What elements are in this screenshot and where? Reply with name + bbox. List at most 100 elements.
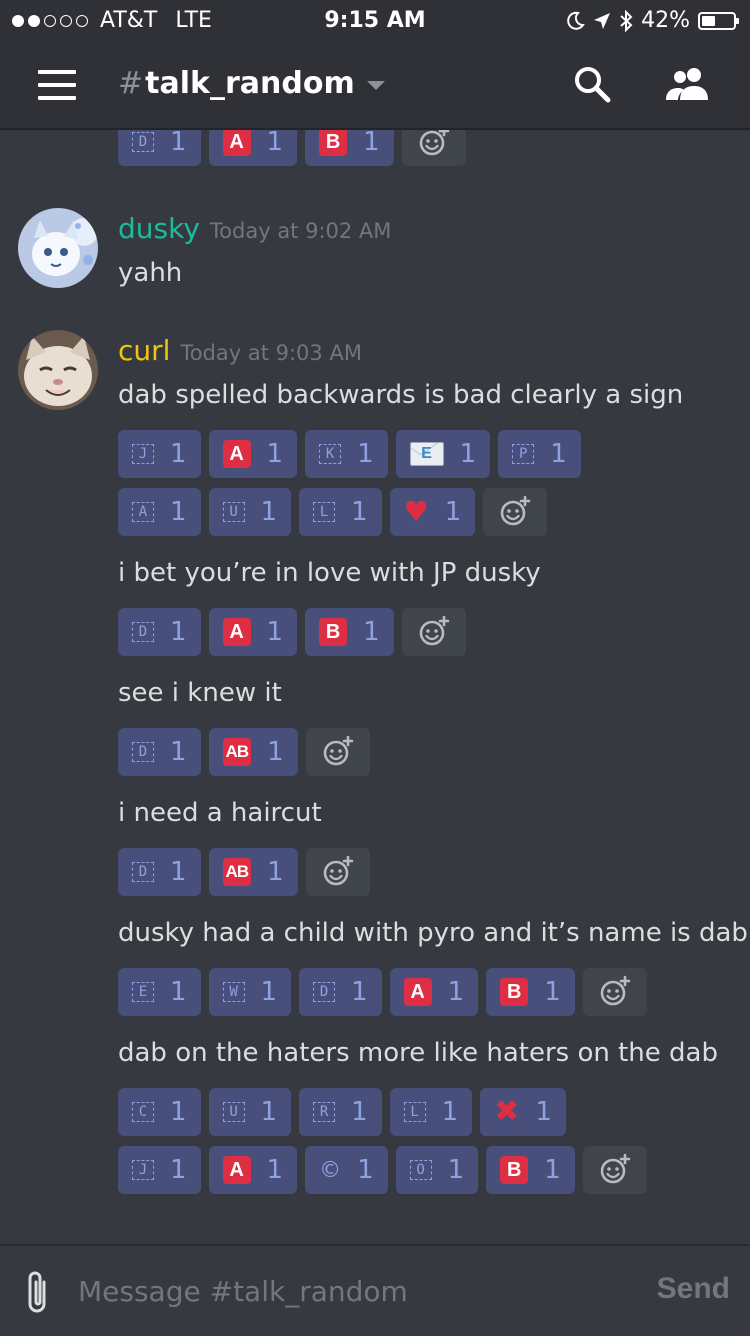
reaction-count: 1 bbox=[260, 1097, 278, 1127]
letter-l-emoji: L bbox=[403, 1102, 426, 1122]
reaction-count: 1 bbox=[441, 1097, 459, 1127]
reaction-pill[interactable]: U1 bbox=[208, 1088, 292, 1136]
copyright-emoji: © bbox=[319, 1157, 342, 1183]
reaction-pill[interactable]: ♥ 1 bbox=[389, 488, 476, 536]
message-input[interactable] bbox=[76, 1270, 640, 1312]
location-arrow-icon bbox=[594, 12, 611, 29]
paperclip-icon[interactable] bbox=[20, 1268, 56, 1316]
reaction-pill[interactable]: C1 bbox=[118, 1088, 201, 1136]
reaction-pill[interactable]: B1 bbox=[305, 130, 394, 166]
letter-d-emoji: D bbox=[132, 132, 154, 152]
add-reaction-icon bbox=[600, 975, 631, 1006]
reaction-pill[interactable]: J1 bbox=[118, 430, 201, 478]
reaction-pill[interactable]: L1 bbox=[299, 488, 382, 536]
avatar-dusky[interactable] bbox=[18, 208, 98, 288]
reaction-count: 1 bbox=[351, 977, 368, 1007]
reaction-count: 1 bbox=[170, 977, 187, 1007]
reaction-pill[interactable]: B1 bbox=[486, 1146, 575, 1194]
add-reaction-button[interactable] bbox=[305, 848, 370, 896]
reaction-pill[interactable]: B1 bbox=[486, 968, 575, 1016]
reaction-pill[interactable]: U1 bbox=[208, 488, 292, 536]
reaction-row: C 1 U 1 R 1 L 1 ✖ 1 bbox=[118, 1088, 566, 1136]
reaction-count: 1 bbox=[170, 1155, 187, 1185]
reaction-row: J 1 A 1 © 1 O 1 B 1 bbox=[118, 1146, 647, 1194]
reaction-pill[interactable]: E1 bbox=[118, 968, 201, 1016]
reaction-row: D 1 AB 1 bbox=[118, 728, 370, 776]
reaction-count: 1 bbox=[170, 1097, 187, 1127]
letter-c-emoji: C bbox=[132, 1102, 154, 1122]
message-list[interactable]: D1A1B1 dusky Today at 9:02 AM yahh curl … bbox=[0, 130, 750, 1244]
members-icon[interactable] bbox=[664, 64, 712, 104]
send-button[interactable]: Send bbox=[657, 1272, 730, 1306]
regional-ab-emoji: AB bbox=[222, 738, 252, 766]
reaction-pill[interactable]: J1 bbox=[118, 1146, 201, 1194]
channel-name: talk_random bbox=[145, 66, 355, 101]
reaction-pill[interactable]: ✖ 1 bbox=[480, 1088, 566, 1136]
add-reaction-button[interactable] bbox=[582, 968, 647, 1016]
reaction-count: 1 bbox=[363, 617, 380, 647]
letter-d-emoji: D bbox=[132, 622, 154, 642]
letter-d-emoji: D bbox=[132, 742, 154, 762]
reaction-pill[interactable]: B1 bbox=[305, 608, 394, 656]
reaction-pill[interactable]: R1 bbox=[299, 1088, 382, 1136]
reaction-count: 1 bbox=[170, 497, 187, 527]
add-reaction-button[interactable] bbox=[401, 608, 466, 656]
regional-a-emoji: A bbox=[222, 1156, 251, 1184]
letter-a-emoji: A bbox=[132, 502, 154, 522]
regional-a-emoji: A bbox=[222, 618, 251, 646]
add-reaction-button[interactable] bbox=[401, 130, 466, 166]
reaction-pill[interactable]: E1 bbox=[395, 430, 491, 478]
add-reaction-button[interactable] bbox=[582, 1146, 647, 1194]
reaction-pill[interactable]: © 1 bbox=[305, 1146, 388, 1194]
reaction-count: 1 bbox=[170, 857, 187, 887]
reaction-count: 1 bbox=[266, 439, 284, 469]
regional-b-emoji: B bbox=[500, 978, 529, 1006]
reaction-count: 1 bbox=[550, 439, 567, 469]
reaction-count: 1 bbox=[267, 737, 284, 767]
reaction-pill[interactable]: D1 bbox=[299, 968, 382, 1016]
reaction-pill[interactable]: L1 bbox=[389, 1088, 473, 1136]
reaction-pill[interactable]: AB 1 bbox=[208, 848, 298, 896]
reaction-count: 1 bbox=[447, 1155, 465, 1185]
reaction-pill[interactable]: A1 bbox=[389, 968, 479, 1016]
letter-d-emoji: D bbox=[132, 862, 154, 882]
battery-percent: 42% bbox=[641, 8, 690, 33]
channel-hash: # bbox=[118, 66, 144, 101]
avatar-curl[interactable] bbox=[18, 330, 98, 410]
channel-title[interactable]: # talk_random bbox=[118, 66, 385, 101]
reaction-pill[interactable]: AB 1 bbox=[208, 728, 298, 776]
reaction-row: D1A1B1 bbox=[118, 130, 466, 166]
reaction-pill[interactable]: A1 bbox=[208, 430, 298, 478]
reaction-pill[interactable]: A1 bbox=[208, 1146, 298, 1194]
message-text: dusky had a child with pyro and it’s nam… bbox=[118, 918, 748, 948]
regional-b-emoji: B bbox=[319, 130, 348, 156]
reaction-pill[interactable]: O1 bbox=[395, 1146, 479, 1194]
reaction-pill[interactable]: P1 bbox=[498, 430, 581, 478]
regional-a-emoji: A bbox=[403, 978, 432, 1006]
add-reaction-icon bbox=[600, 1153, 631, 1184]
reaction-count: 1 bbox=[266, 617, 284, 647]
message-text: yahh bbox=[118, 258, 183, 288]
username-curl[interactable]: curl Today at 9:03 AM bbox=[118, 334, 362, 367]
reaction-count: 1 bbox=[544, 1155, 561, 1185]
reaction-pill[interactable]: D1 bbox=[118, 848, 201, 896]
reaction-pill[interactable]: D1 bbox=[118, 608, 201, 656]
reaction-pill[interactable]: W1 bbox=[208, 968, 292, 1016]
add-reaction-icon bbox=[500, 495, 531, 526]
reaction-row: E1W1D1A1B1 bbox=[118, 968, 647, 1016]
reaction-pill[interactable]: A1 bbox=[208, 130, 298, 166]
reaction-pill[interactable]: A1 bbox=[208, 608, 298, 656]
reaction-pill[interactable]: D1 bbox=[118, 130, 201, 166]
reaction-pill[interactable]: K1 bbox=[305, 430, 388, 478]
hamburger-menu-icon[interactable] bbox=[38, 70, 76, 100]
letter-o-emoji: O bbox=[409, 1160, 432, 1180]
search-icon[interactable] bbox=[572, 64, 612, 104]
add-reaction-button[interactable] bbox=[305, 728, 370, 776]
reaction-pill[interactable]: D1 bbox=[118, 728, 201, 776]
timestamp: Today at 9:03 AM bbox=[180, 341, 362, 365]
reaction-pill[interactable]: A1 bbox=[118, 488, 201, 536]
add-reaction-button[interactable] bbox=[483, 488, 548, 536]
username-dusky[interactable]: dusky Today at 9:02 AM bbox=[118, 212, 391, 245]
status-right: 42% bbox=[565, 8, 739, 33]
top-bar: AT&T LTE 9:15 AM 42% # talk_random bbox=[0, 0, 750, 130]
